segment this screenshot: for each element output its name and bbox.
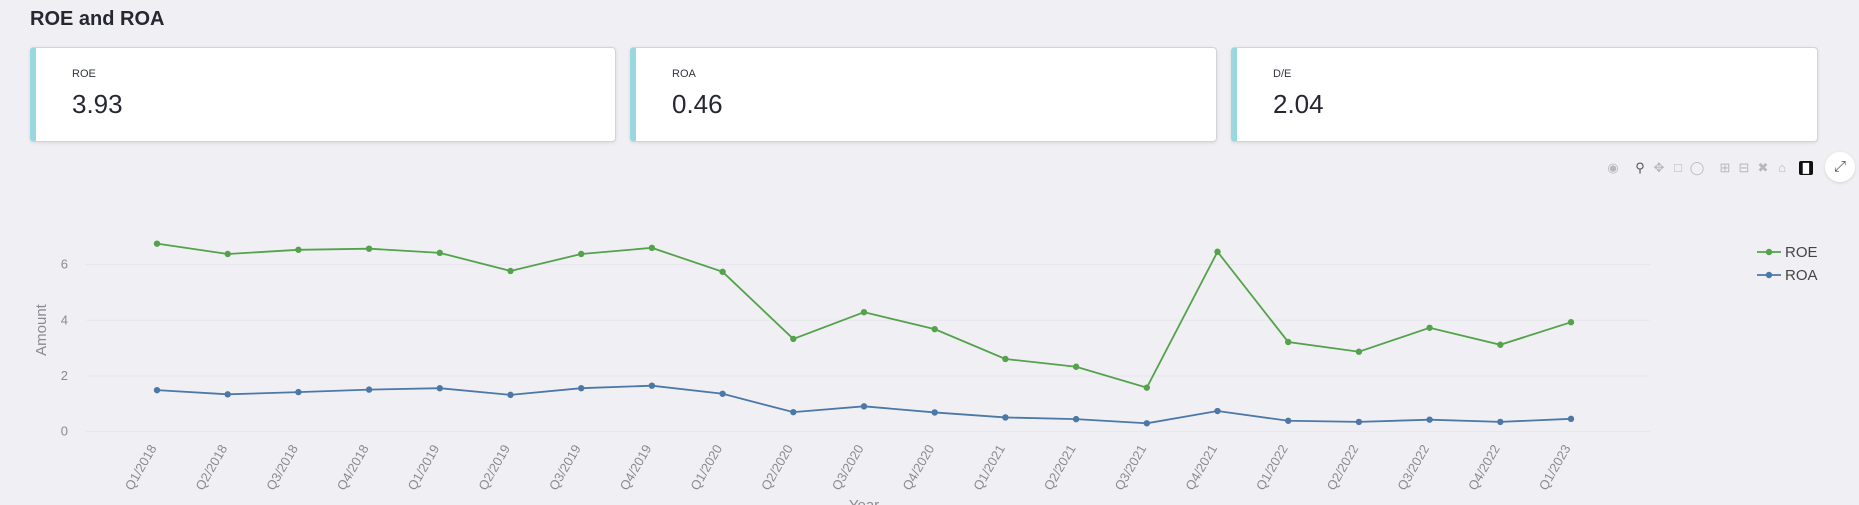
data-point-roa [365,386,373,393]
data-point-roe [860,308,868,316]
data-point-roe [365,245,373,252]
legend-marker-roa [1765,271,1773,279]
data-point-roa [1497,418,1504,426]
x-tick-label: Q4/2020 [899,442,937,493]
legend-marker-roe [1765,248,1773,256]
roe-roa-line-chart: 0 2 4 6 Q1/2018 Q2/2018 Q3/2018 Q4/2018 Q1/2019 Q… [33,240,1818,505]
x-axis-title: Year [849,497,879,505]
x-tick-label: Q1/2021 [970,442,1008,493]
data-point-roa [1002,414,1009,421]
x-tick-label: Q3/2019 [546,442,584,493]
data-point-roe [295,246,302,253]
x-tick-label: Q1/2019 [404,442,442,493]
data-point-roe [507,267,514,275]
data-point-roa [578,385,585,392]
x-tick-label: Q4/2019 [617,442,655,493]
x-tick-label: Q4/2022 [1465,442,1503,493]
data-point-roa [1285,417,1292,424]
data-point-roe [1285,338,1292,346]
y-tick-label: 0 [61,424,68,439]
data-point-roe [931,325,938,333]
x-tick-label: Q1/2023 [1536,442,1574,493]
data-point-roe [719,268,726,275]
data-point-roa [507,391,514,399]
y-axis-title: Amount [33,303,50,356]
data-point-roa [648,382,656,389]
data-point-roa [436,385,443,392]
x-tick-label: Q4/2018 [334,442,372,493]
data-point-roe [1355,348,1363,355]
data-point-roa [1567,415,1575,423]
x-tick-label: Q3/2021 [1111,442,1149,493]
data-point-roa [295,388,302,396]
x-tick-label: Q3/2018 [263,442,301,493]
data-point-roa [790,408,797,416]
data-point-roa [1355,418,1363,426]
data-point-roa [1214,407,1221,415]
data-point-roe [436,249,443,257]
data-point-roa [931,409,938,416]
data-point-roe [1426,324,1433,331]
x-tick-label: Q1/2020 [687,442,725,493]
data-point-roe [224,250,231,258]
data-point-roe [1072,363,1080,370]
legend-label-roa: ROA [1785,267,1818,284]
data-point-roe [1143,384,1151,391]
data-point-roe [1497,341,1504,348]
x-tick-label: Q3/2020 [829,442,867,493]
data-point-roe [153,240,161,247]
series-line-roe [156,242,1572,389]
x-tick-label: Q1/2022 [1253,442,1291,493]
data-point-roe [648,244,656,252]
data-point-roe [790,335,797,343]
x-tick-label: Q2/2020 [758,442,796,493]
data-point-roe [1214,248,1221,255]
x-tick-label: Q4/2021 [1182,442,1220,493]
x-tick-label: Q2/2018 [192,442,230,493]
legend-label-roe: ROE [1785,244,1818,261]
x-tick-label: Q3/2022 [1394,442,1432,493]
data-point-roa [1072,415,1080,423]
data-point-roa [1426,416,1433,423]
data-point-roe [1567,319,1575,326]
data-point-roa [224,391,231,398]
y-tick-label: 2 [61,368,68,383]
y-tick-label: 6 [61,257,68,272]
x-tick-label: Q2/2021 [1041,442,1079,493]
x-tick-label: Q2/2022 [1324,442,1362,493]
data-point-roe [578,250,585,258]
data-point-roe [1002,355,1009,363]
x-tick-label: Q2/2019 [475,442,513,493]
data-point-roa [153,386,161,394]
data-point-roa [719,390,726,397]
data-point-roa [860,403,868,410]
y-tick-label: 4 [61,312,68,327]
x-tick-label: Q1/2018 [122,442,160,493]
data-point-roa [1143,420,1151,427]
